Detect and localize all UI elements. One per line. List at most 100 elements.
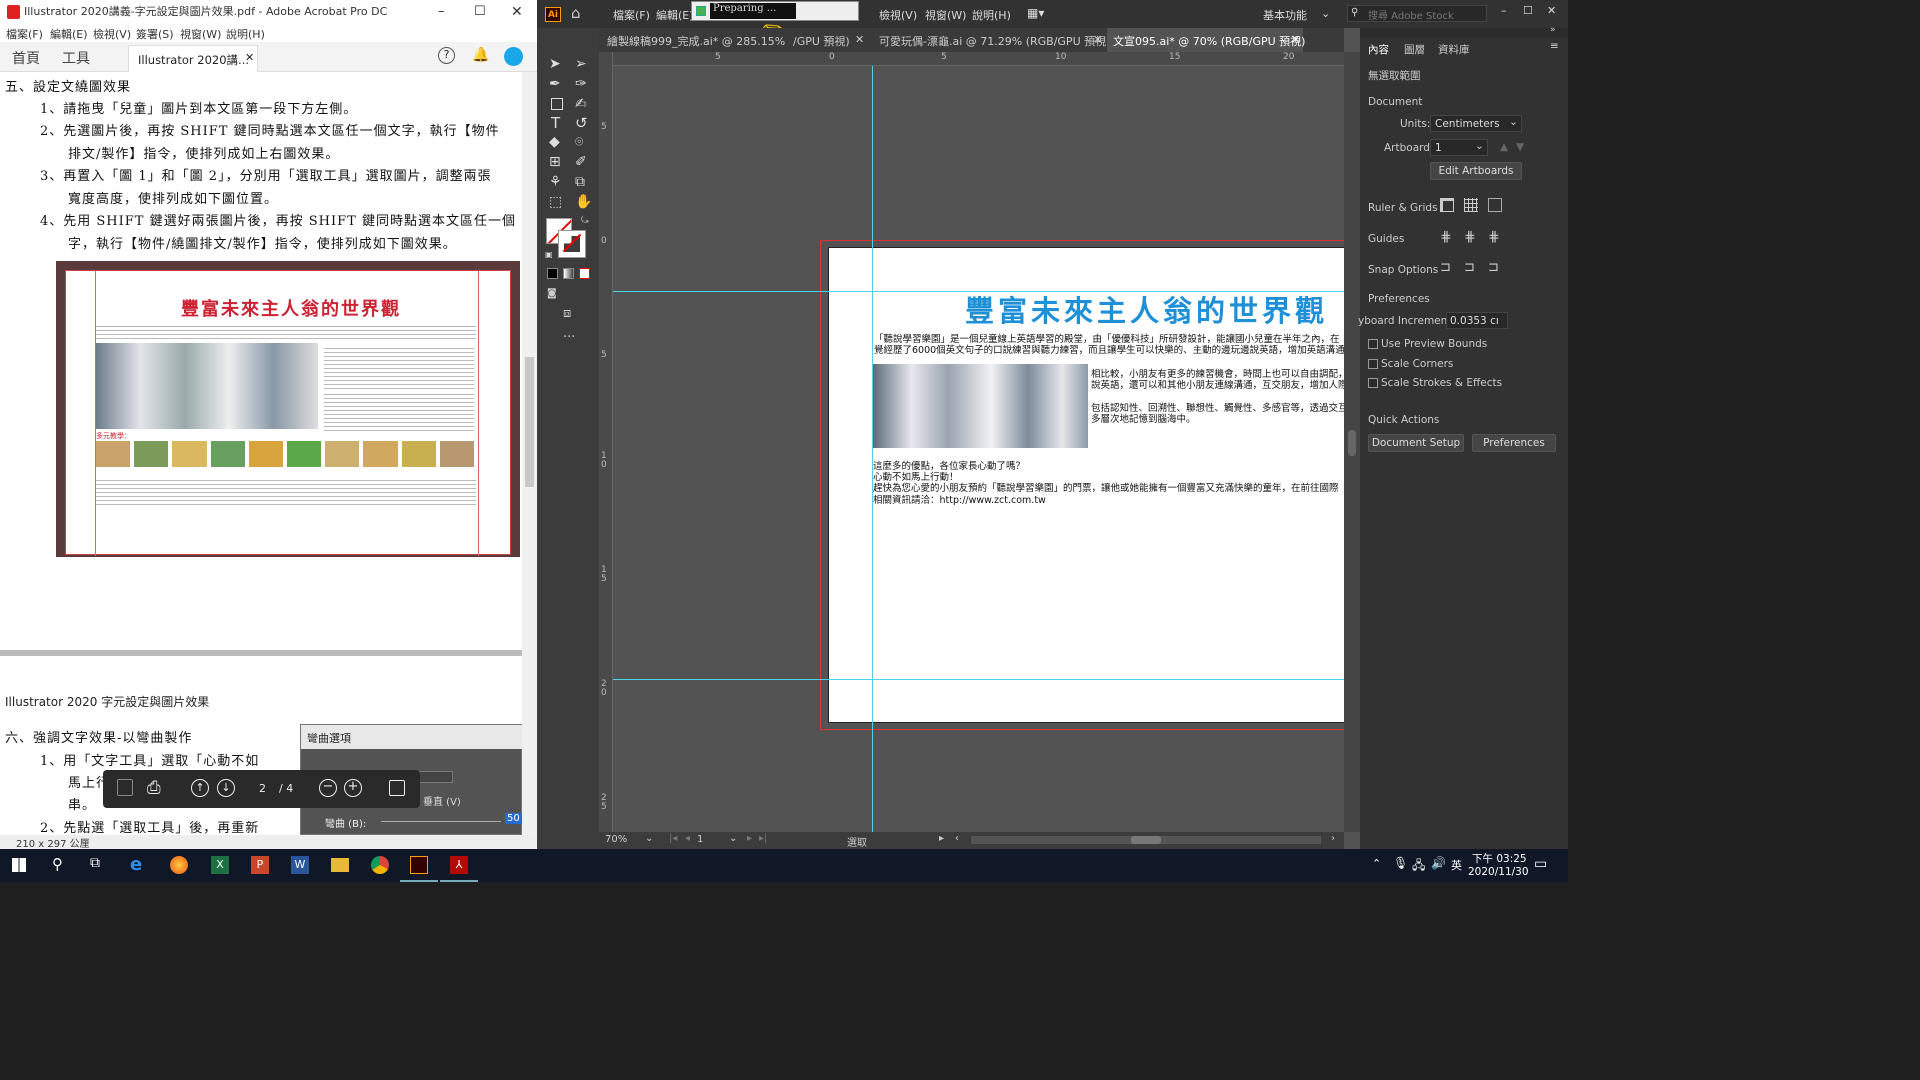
arrange-documents-icon[interactable]: ▦▾ xyxy=(1027,6,1044,20)
blend-tool-icon[interactable]: ⚘ xyxy=(549,174,562,190)
none-mode-icon[interactable] xyxy=(579,268,590,279)
ai-menu-window[interactable]: 視窗(W) xyxy=(925,7,966,23)
document-setup-button[interactable]: Document Setup xyxy=(1368,434,1464,452)
paintbrush-tool-icon[interactable]: ✍ xyxy=(575,96,587,112)
perspective-grid-icon[interactable] xyxy=(1488,198,1502,212)
scale-corners-checkbox[interactable]: Scale Corners xyxy=(1368,358,1453,370)
swap-fill-stroke-icon[interactable]: ⤿ xyxy=(581,216,589,226)
clock-date[interactable]: 2020/11/30 xyxy=(1468,866,1529,878)
menu-edit[interactable]: 編輯(E) xyxy=(50,26,88,42)
print-icon[interactable]: ⎙ xyxy=(147,778,161,798)
free-transform-tool-icon[interactable]: ⊞ xyxy=(549,154,561,170)
rectangle-tool-icon[interactable] xyxy=(551,98,563,110)
ai-menu-edit[interactable]: 編輯(E) xyxy=(656,7,694,23)
zoom-chevron-icon[interactable]: ⌄ xyxy=(645,833,653,844)
zoom-level[interactable]: 70% xyxy=(605,834,627,845)
clock-time[interactable]: 下午 03:25 xyxy=(1472,851,1527,866)
network-icon[interactable]: 🖧 xyxy=(1412,856,1425,877)
windows-start-icon[interactable] xyxy=(12,858,26,872)
minimize-icon[interactable]: – xyxy=(438,0,445,24)
fit-page-icon[interactable] xyxy=(389,780,405,796)
menu-file[interactable]: 檔案(F) xyxy=(6,26,43,42)
artboard-chevron-icon[interactable]: ⌄ xyxy=(729,833,737,844)
menu-window[interactable]: 視窗(W) xyxy=(180,26,221,42)
tab-document[interactable]: Illustrator 2020講... ✕ xyxy=(128,45,258,72)
stroke-swatch[interactable] xyxy=(558,230,586,258)
rotate-tool-icon[interactable]: ↺ xyxy=(575,114,588,132)
maximize-icon[interactable]: ☐ xyxy=(474,0,486,24)
show-guides-icon[interactable]: ⋕ xyxy=(1440,229,1452,245)
type-tool-icon[interactable]: T xyxy=(551,114,560,132)
canvas[interactable]: 豐富未來主人翁的世界觀 「聽說學習樂園」是一個兒童線上英語學習的殿堂，由「優優科… xyxy=(613,66,1344,832)
scroll-thumb[interactable] xyxy=(1348,430,1356,456)
ai-minimize-icon[interactable]: – xyxy=(1501,4,1507,17)
shape-builder-tool-icon[interactable]: ⧉ xyxy=(575,174,585,190)
zoom-in-icon[interactable]: + xyxy=(344,779,362,797)
tab-close-icon[interactable]: ✕ xyxy=(245,51,254,64)
panel-collapse-bar[interactable]: » xyxy=(1360,25,1568,38)
ai-menu-help[interactable]: 說明(H) xyxy=(972,7,1011,23)
artboard-up-icon[interactable]: ▲ xyxy=(1500,141,1508,153)
eyedropper-tool-icon[interactable]: ✐ xyxy=(575,154,587,170)
panel-menu-icon[interactable]: ≡ xyxy=(1550,40,1559,52)
notifications-icon[interactable]: ▭ xyxy=(1534,856,1547,872)
pdf-viewport[interactable]: 五、設定文繞圖效果 1、請拖曳「兒童」圖片到本文區第一段下方左側。 2、先選圖片… xyxy=(0,72,522,835)
default-fill-stroke-icon[interactable]: ▣ xyxy=(545,250,553,259)
menu-view[interactable]: 檢視(V) xyxy=(93,26,131,42)
chrome-icon[interactable] xyxy=(371,856,389,874)
canvas-vertical-scrollbar[interactable] xyxy=(1344,52,1360,832)
horizontal-scrollbar[interactable] xyxy=(971,836,1321,844)
search-icon[interactable]: ⚲ xyxy=(52,855,63,873)
snap-to-glyph-icon[interactable]: ⊐ xyxy=(1488,260,1499,275)
props-tab-properties[interactable]: 內容 xyxy=(1368,42,1389,57)
menu-help[interactable]: 說明(H) xyxy=(226,26,265,42)
bell-icon[interactable]: 🔔 xyxy=(472,47,489,63)
next-artboard-icon[interactable]: ▸ xyxy=(747,833,752,844)
ai-menu-file[interactable]: 檔案(F) xyxy=(613,7,650,23)
horizontal-scroll-left-icon[interactable]: ‹ xyxy=(955,833,959,844)
volume-icon[interactable]: 🔊 xyxy=(1431,856,1446,870)
excel-icon[interactable]: X xyxy=(211,856,229,874)
task-view-icon[interactable]: ⧉ xyxy=(90,855,100,871)
ai-maximize-icon[interactable]: ☐ xyxy=(1523,4,1533,17)
tab-home[interactable]: 首頁 xyxy=(12,48,40,68)
ai-close-icon[interactable]: ✕ xyxy=(1547,4,1556,17)
microphone-icon[interactable]: 🎙 xyxy=(1393,856,1408,870)
keyboard-increment-field[interactable]: 0.0353 cı xyxy=(1446,312,1508,329)
artboard-tool-icon[interactable]: ⬚ xyxy=(549,194,562,210)
ruler-icon[interactable] xyxy=(1440,198,1454,212)
tab-tools[interactable]: 工具 xyxy=(62,48,90,68)
tray-chevron-icon[interactable]: ⌃ xyxy=(1372,857,1381,870)
curvature-tool-icon[interactable]: ✑ xyxy=(575,76,587,92)
firefox-icon[interactable] xyxy=(170,856,188,874)
snap-to-pixel-icon[interactable]: ⊐ xyxy=(1464,260,1475,275)
home-icon[interactable]: ⌂ xyxy=(571,4,581,22)
props-tab-layers[interactable]: 圖層 xyxy=(1404,42,1425,57)
edit-toolbar-icon[interactable]: ··· xyxy=(563,330,575,345)
collapse-icon[interactable]: » xyxy=(1550,25,1556,35)
status-menu-icon[interactable]: ▸ xyxy=(939,833,944,844)
units-select[interactable]: Centimeters ⌄ xyxy=(1430,115,1522,132)
preferences-button[interactable]: Preferences xyxy=(1472,434,1556,452)
powerpoint-icon[interactable]: P xyxy=(251,856,269,874)
doc-tab-active[interactable]: 文宣095.ai* @ 70% (RGB/GPU 預視) xyxy=(1107,28,1305,52)
acrobat-vertical-scrollbar[interactable] xyxy=(522,72,537,835)
file-explorer-icon[interactable] xyxy=(331,858,349,872)
horizontal-scroll-right-icon[interactable]: › xyxy=(1331,833,1335,844)
doc-tab-close-icon[interactable]: ✕ xyxy=(1093,33,1102,46)
workspace-chevron-icon[interactable]: ⌄ xyxy=(1321,7,1330,20)
doc-tab-close-icon[interactable]: ✕ xyxy=(1291,33,1300,46)
doc-tab-close-icon[interactable]: ✕ xyxy=(855,33,864,46)
scroll-thumb[interactable] xyxy=(1131,836,1161,844)
close-icon[interactable]: ✕ xyxy=(511,0,523,24)
direct-selection-tool-icon[interactable]: ➢ xyxy=(575,56,587,72)
use-preview-bounds-checkbox[interactable]: Use Preview Bounds xyxy=(1368,338,1487,350)
stock-search-field[interactable]: ⚲ 搜尋 Adobe Stock xyxy=(1347,5,1487,22)
first-artboard-icon[interactable]: |◂ xyxy=(669,833,677,844)
kids-photo[interactable] xyxy=(873,364,1088,448)
color-mode-icon[interactable] xyxy=(547,268,558,279)
doc-tab-line-drawing[interactable]: 繪製線稿999_完成.ai* @ 285.15% xyxy=(607,33,785,49)
draw-mode-icon[interactable]: ◙ xyxy=(547,288,557,299)
lasso-tool-icon[interactable]: ⌾ xyxy=(575,134,583,150)
edge-icon[interactable]: e xyxy=(130,854,142,875)
